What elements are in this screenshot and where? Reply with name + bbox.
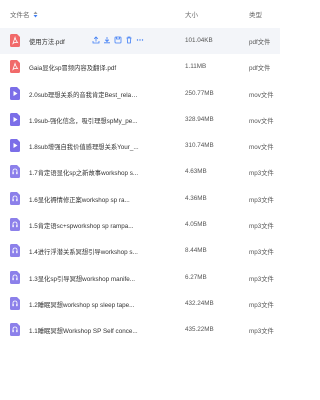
sort-icon[interactable] [33, 11, 38, 18]
file-row[interactable]: 1.6显化褥情修正案workshop sp ra... 4.36MB mp3文件 [0, 186, 280, 212]
file-size: 4.05MB [185, 221, 207, 229]
file-size: 1.11MB [185, 63, 207, 71]
file-row[interactable]: 1.9sub-强化信念，吸引理想spMy_pe... 328.94MB mov文件 [0, 107, 280, 133]
more-icon[interactable] [136, 36, 144, 44]
file-type: mov文件 [249, 144, 274, 152]
audio-icon [10, 165, 20, 179]
file-name[interactable]: 1.4进行浮潜关系冥想引导workshop s... [29, 247, 139, 256]
column-name-label: 文件名 [10, 12, 30, 19]
file-size: 8.44MB [185, 247, 207, 255]
column-size[interactable]: 大小 [185, 9, 198, 19]
file-name[interactable]: 2.0sub理想关系的音我肯定Best_relati... [29, 90, 139, 99]
file-row[interactable]: 1.2睡眠冥想workshop sp sleep tape... 432.24MB… [0, 291, 280, 317]
file-type: mp3文件 [249, 249, 274, 257]
file-type: mov文件 [249, 91, 274, 99]
file-row[interactable]: 1.7肯定语显化sp之新故事workshop s... 4.63MB mp3文件 [0, 159, 280, 185]
audio-icon [10, 323, 20, 337]
file-type: pdf文件 [249, 39, 271, 46]
file-row[interactable]: 使用方法.pdf 101.04KB pdf文件 [0, 28, 280, 55]
download-icon[interactable] [103, 36, 111, 44]
audio-icon [10, 218, 20, 232]
file-size: 310.74MB [185, 142, 214, 150]
column-name[interactable]: 文件名 [10, 9, 38, 19]
file-name[interactable]: 1.8sub增强自我价值感理想关系Your_... [29, 142, 139, 151]
file-type: mp3文件 [249, 196, 274, 204]
file-list-header: 文件名 大小 类型 [0, 0, 280, 28]
file-type: mp3文件 [249, 170, 274, 178]
file-name[interactable]: 1.3显化sp引导冥想workshop manife... [29, 274, 139, 283]
file-size: 328.94MB [185, 115, 214, 123]
save-icon[interactable] [114, 36, 122, 44]
file-row[interactable]: 1.1睡眠冥想Workshop SP Self conce... 435.22MB… [0, 317, 280, 343]
file-name[interactable]: 1.2睡眠冥想workshop sp sleep tape... [29, 300, 139, 309]
file-type: pdf文件 [249, 65, 271, 73]
delete-icon[interactable] [125, 36, 133, 44]
file-row[interactable]: 1.5肯定语sc+spworkshop sp rampa... 4.05MB mp3… [0, 212, 280, 238]
audio-icon [10, 191, 20, 205]
file-row[interactable]: 1.8sub增强自我价值感理想关系Your_... 310.74MB mov文件 [0, 133, 280, 159]
file-size: 4.36MB [185, 194, 207, 202]
file-list: 使用方法.pdf 101.04KB pdf文件 Gaia显化sp冒频内容及翻译.pdf… [0, 28, 280, 344]
file-type: mov文件 [249, 117, 274, 125]
audio-icon [10, 296, 20, 310]
file-size: 6.27MB [185, 273, 207, 281]
file-size: 435.22MB [185, 326, 214, 334]
audio-icon [10, 270, 20, 284]
file-type: mp3文件 [249, 275, 274, 283]
audio-icon [10, 244, 20, 258]
video-icon [10, 139, 20, 153]
file-name[interactable]: 使用方法.pdf [29, 37, 91, 46]
file-name[interactable]: Gaia显化sp冒频内容及翻译.pdf [29, 63, 139, 72]
file-size: 4.63MB [185, 168, 207, 176]
file-type: mp3文件 [249, 301, 274, 309]
file-size: 432.24MB [185, 299, 214, 307]
video-icon [10, 86, 20, 100]
file-name[interactable]: 1.1睡眠冥想Workshop SP Self conce... [29, 326, 139, 335]
video-icon [10, 112, 20, 126]
file-row[interactable]: 1.3显化sp引导冥想workshop manife... 6.27MB mp3文件 [0, 265, 280, 291]
row-actions [92, 36, 144, 44]
file-row[interactable]: 1.4进行浮潜关系冥想引导workshop s... 8.44MB mp3文件 [0, 238, 280, 264]
file-name[interactable]: 1.9sub-强化信念，吸引理想spMy_pe... [29, 116, 139, 125]
pdf-icon [10, 34, 20, 47]
file-row[interactable]: 2.0sub理想关系的音我肯定Best_relati... 250.77MB mov… [0, 81, 280, 107]
file-row[interactable]: Gaia显化sp冒频内容及翻译.pdf 1.11MB pdf文件 [0, 54, 280, 80]
file-size: 250.77MB [185, 89, 214, 97]
column-type[interactable]: 类型 [249, 9, 262, 19]
file-name[interactable]: 1.5肯定语sc+spworkshop sp rampa... [29, 221, 139, 230]
share-icon[interactable] [92, 36, 100, 44]
file-name[interactable]: 1.6显化褥情修正案workshop sp ra... [29, 195, 139, 204]
file-size: 101.04KB [185, 37, 213, 44]
pdf-icon [10, 60, 20, 74]
file-type: mp3文件 [249, 223, 274, 231]
file-type: mp3文件 [249, 328, 274, 336]
file-name[interactable]: 1.7肯定语显化sp之新故事workshop s... [29, 168, 139, 177]
